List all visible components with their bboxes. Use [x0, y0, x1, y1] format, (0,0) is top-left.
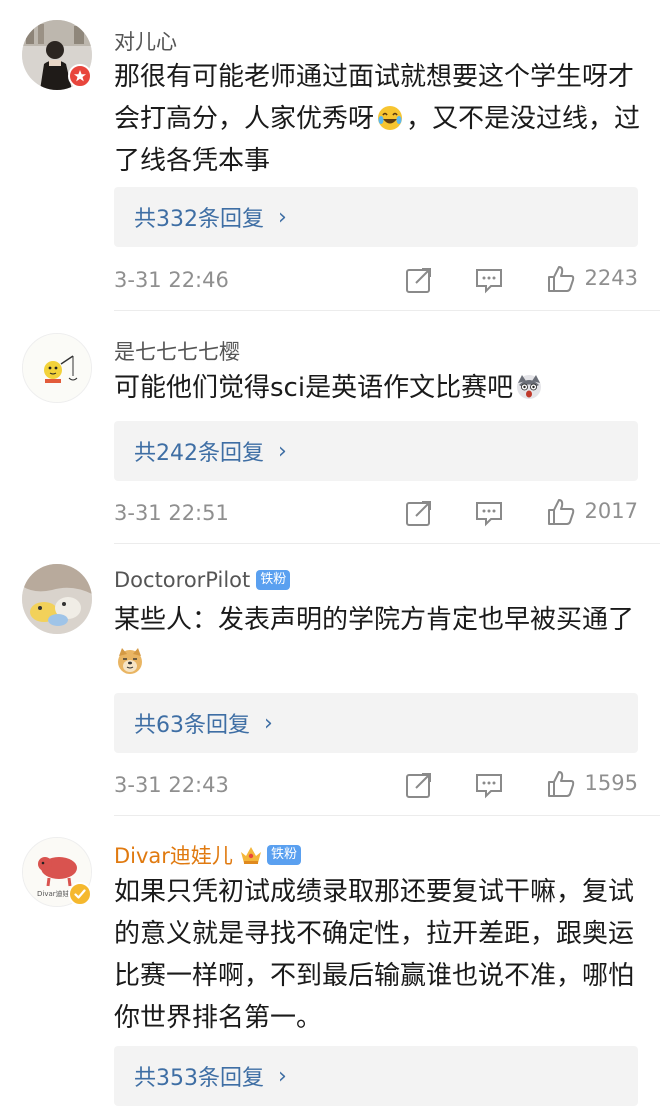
like-count: 2017	[584, 499, 638, 523]
replies-button[interactable]: 共242条回复 ›	[114, 421, 638, 481]
fan-badge: 铁粉	[256, 570, 291, 590]
comment-text: 某些人：发表声明的学院方肯定也早被买通了	[114, 599, 644, 683]
divider	[114, 815, 660, 816]
username[interactable]: DoctororPilot 铁粉	[114, 568, 291, 592]
username[interactable]: Divar迪娃儿 铁粉	[114, 840, 301, 870]
share-icon[interactable]	[404, 265, 434, 295]
replies-button[interactable]: 共353条回复 ›	[114, 1046, 638, 1106]
comment-text: 如果只凭初试成绩录取那还要复试干嘛，复试的意义就是寻找不确定性，拉开差距，跟奥运…	[114, 871, 644, 1039]
comment-text: 那很有可能老师通过面试就想要这个学生呀才会打高分，人家优秀呀 ，又不是没过线，过了…	[114, 56, 644, 182]
vip-crown-icon	[239, 844, 263, 866]
chevron-right-icon: ›	[264, 710, 273, 736]
comment-meta: 3-31 22:51 2017	[114, 496, 638, 530]
username-label[interactable]: 是七七七七樱	[114, 336, 240, 366]
verified-badge-icon	[68, 64, 92, 88]
avatar[interactable]	[22, 333, 92, 403]
verified-badge-icon	[68, 882, 92, 906]
like-count: 1595	[584, 771, 638, 795]
username-label[interactable]: 对儿心	[114, 26, 177, 56]
username[interactable]: 对儿心	[114, 26, 177, 56]
chevron-right-icon: ›	[278, 438, 287, 464]
comment-meta: 3-31 22:46 2243	[114, 263, 638, 297]
doge-emoji	[116, 647, 144, 675]
username[interactable]: 是七七七七樱	[114, 336, 240, 366]
username-label[interactable]: Divar迪娃儿	[114, 840, 233, 870]
comment-icon[interactable]	[474, 498, 504, 528]
laughing-tears-emoji	[376, 104, 404, 132]
avatar[interactable]	[22, 564, 92, 634]
share-icon[interactable]	[404, 498, 434, 528]
comment-text-part: 某些人：发表声明的学院方肯定也早被买通了	[114, 605, 635, 635]
replies-label[interactable]: 共242条回复	[134, 435, 264, 467]
replies-label[interactable]: 共332条回复	[134, 201, 264, 233]
comment-icon[interactable]	[474, 265, 504, 295]
comment-meta: 3-31 22:43 1595	[114, 768, 638, 802]
comment-icon[interactable]	[474, 770, 504, 800]
replies-button[interactable]: 共332条回复 ›	[114, 187, 638, 247]
replies-button[interactable]: 共63条回复 ›	[114, 693, 638, 753]
thumbs-up-icon[interactable]	[546, 497, 576, 527]
chevron-right-icon: ›	[278, 1063, 287, 1089]
replies-label[interactable]: 共63条回复	[134, 707, 250, 739]
username-label[interactable]: DoctororPilot	[114, 568, 250, 592]
replies-label[interactable]: 共353条回复	[134, 1060, 264, 1092]
divider	[114, 543, 660, 544]
thumbs-up-icon[interactable]	[546, 264, 576, 294]
comment-text-part: 可能他们觉得sci是英语作文比赛吧	[114, 373, 514, 403]
fan-badge: 铁粉	[266, 845, 301, 865]
comment-text: 可能他们觉得sci是英语作文比赛吧	[114, 367, 644, 409]
thumbs-up-icon[interactable]	[546, 769, 576, 799]
chevron-right-icon: ›	[278, 204, 287, 230]
share-icon[interactable]	[404, 770, 434, 800]
like-count: 2243	[584, 266, 638, 290]
comment-text-part: 如果只凭初试成绩录取那还要复试干嘛，复试的意义就是寻找不确定性，拉开差距，跟奥运…	[114, 877, 635, 1033]
shocked-husky-emoji	[515, 373, 543, 401]
divider	[114, 310, 660, 311]
